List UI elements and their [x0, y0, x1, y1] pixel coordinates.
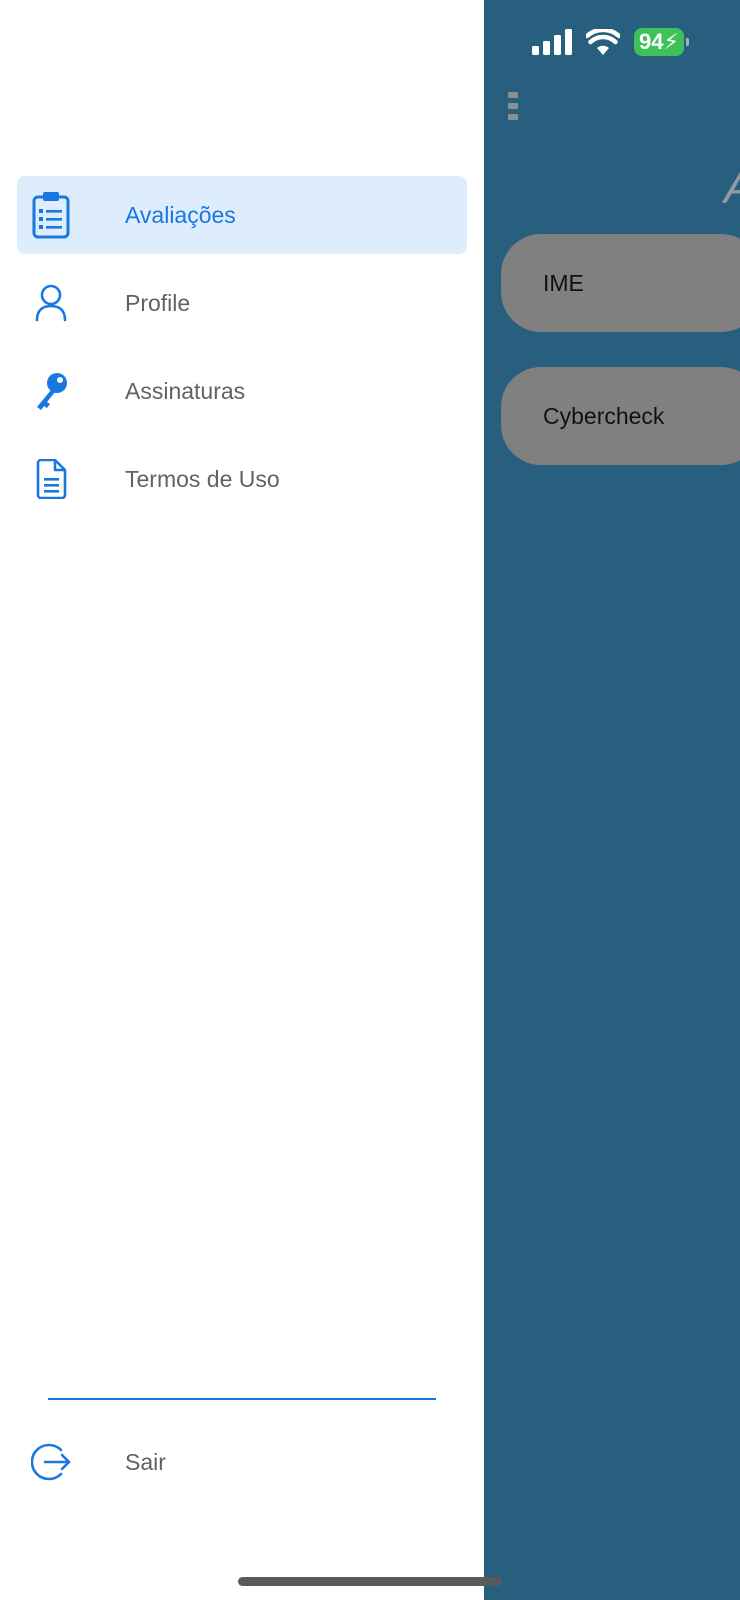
- battery-level: 94: [639, 29, 664, 54]
- drawer-item-label: Avaliações: [125, 201, 236, 228]
- list-item-label: Cybercheck: [543, 402, 665, 429]
- list-item[interactable]: Cybercheck U: [501, 367, 740, 465]
- wifi-icon: [586, 29, 620, 55]
- logout-icon: [29, 1438, 73, 1486]
- drawer-item-label: Termos de Uso: [125, 465, 280, 492]
- battery-charging-icon: 94⚡: [634, 28, 689, 56]
- navigation-drawer: Avaliações Profile Assinaturas Termos de…: [0, 0, 484, 1600]
- document-icon: [29, 455, 73, 503]
- status-bar: 94⚡: [532, 28, 689, 56]
- drawer-item-label: Profile: [125, 289, 191, 316]
- logout-button[interactable]: Sair: [17, 1423, 467, 1501]
- key-icon: [29, 367, 73, 415]
- drawer-divider: [48, 1398, 436, 1400]
- drawer-item-avaliacoes[interactable]: Avaliações: [17, 176, 467, 254]
- logout-label: Sair: [125, 1448, 166, 1475]
- signal-icon: [532, 29, 572, 55]
- drawer-item-assinaturas[interactable]: Assinaturas: [17, 352, 467, 430]
- drawer-item-profile[interactable]: Profile: [17, 264, 467, 342]
- drawer-item-label: Assinaturas: [125, 377, 246, 404]
- home-indicator[interactable]: [238, 1577, 502, 1586]
- clipboard-list-icon: [29, 191, 73, 239]
- user-icon: [29, 279, 73, 327]
- page-title: A: [724, 160, 740, 214]
- charging-bolt-icon: ⚡: [663, 29, 679, 54]
- list-item[interactable]: IME U: [501, 234, 740, 332]
- menu-icon[interactable]: [508, 92, 518, 120]
- drawer-item-termos-de-uso[interactable]: Termos de Uso: [17, 440, 467, 518]
- list-item-label: IME: [543, 269, 584, 296]
- main-screen: 94⚡ A IME U Cybercheck U: [484, 0, 740, 1600]
